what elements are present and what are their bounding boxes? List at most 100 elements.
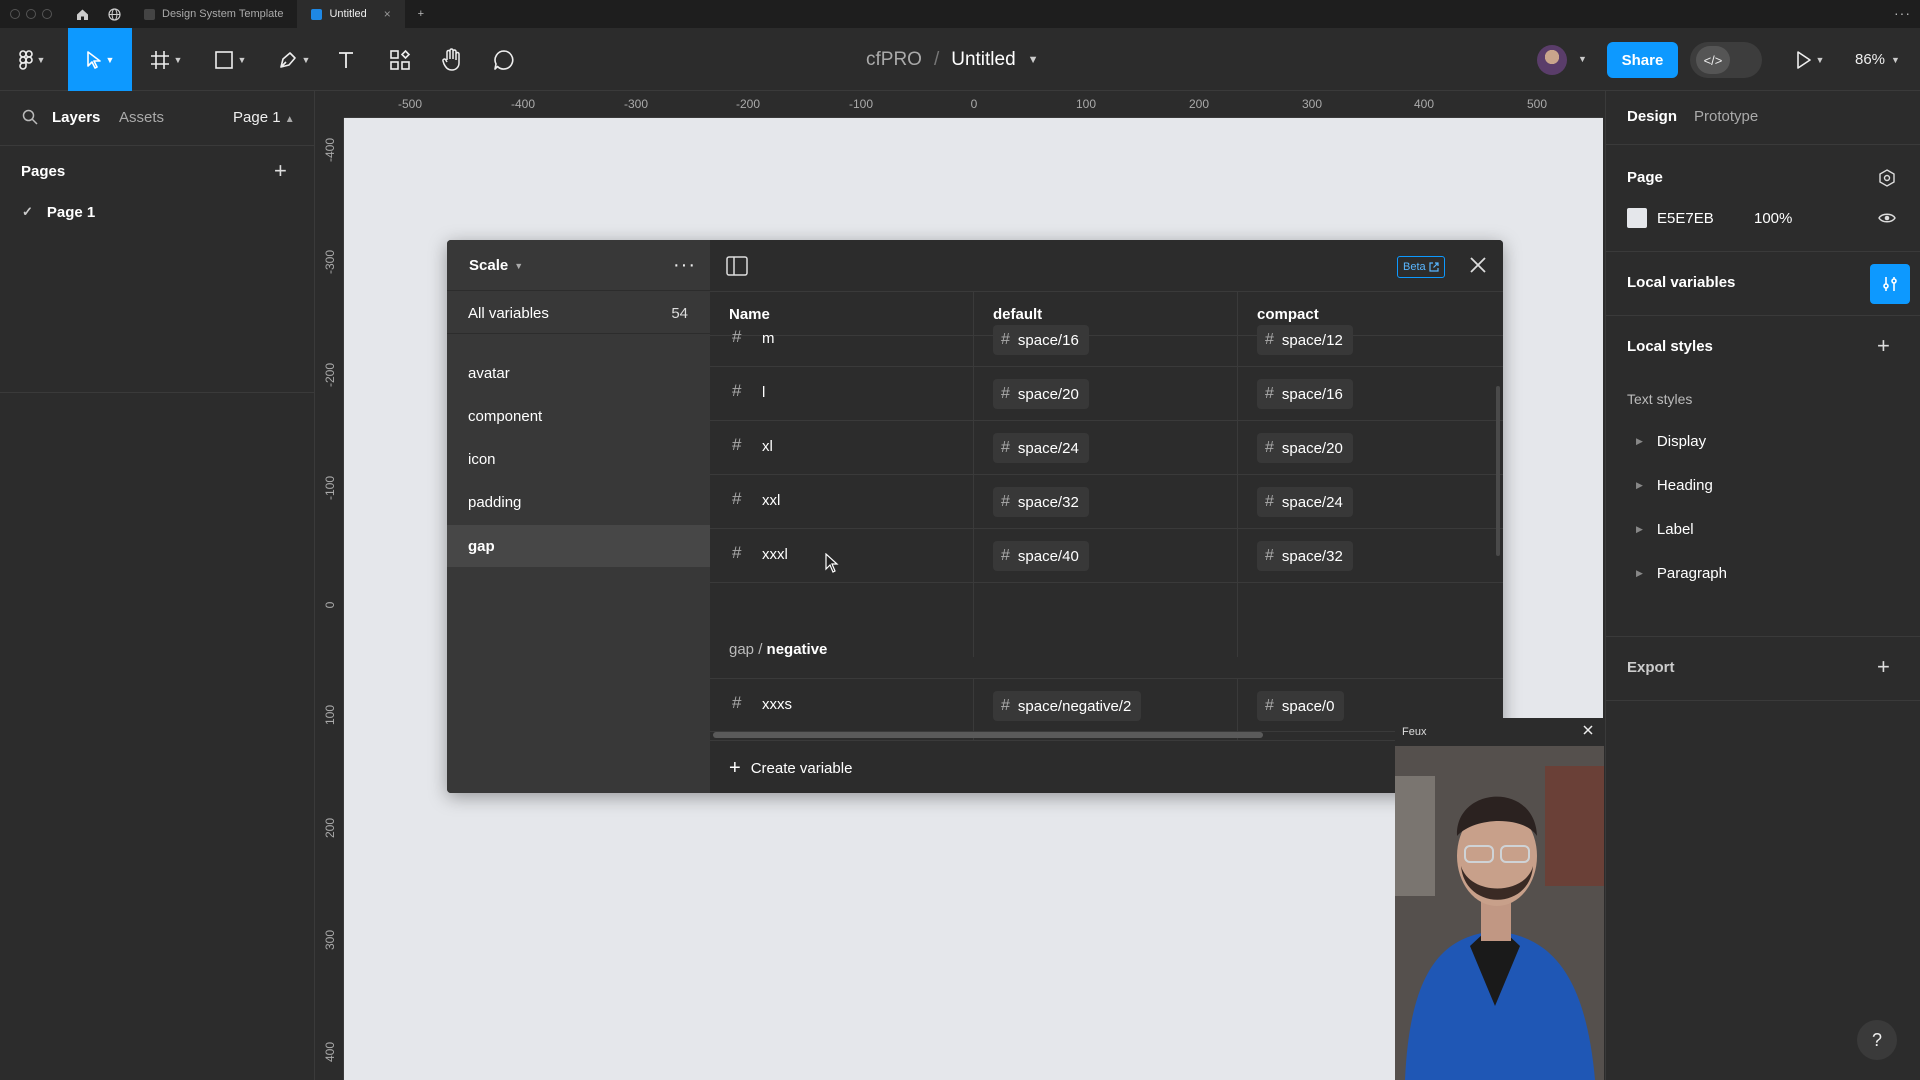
- number-icon: #: [1001, 697, 1010, 714]
- tab-untitled[interactable]: Untitled ×: [297, 0, 405, 28]
- table-row[interactable]: # m # space/16 # space/12: [710, 323, 1503, 367]
- close-tab-icon[interactable]: ×: [384, 7, 391, 21]
- globe-icon[interactable]: [98, 0, 130, 28]
- value-alias-default[interactable]: # space/24: [993, 433, 1089, 463]
- home-icon[interactable]: [66, 0, 98, 28]
- value-alias-compact[interactable]: # space/32: [1257, 541, 1353, 571]
- number-icon: #: [1001, 331, 1010, 348]
- group-avatar[interactable]: avatar: [447, 352, 710, 394]
- page-color-hex[interactable]: E5E7EB: [1657, 210, 1714, 227]
- table-row[interactable]: # xl # space/24 # space/20: [710, 421, 1503, 475]
- webcam-header: Feux: [1395, 718, 1604, 746]
- main-menu-button[interactable]: ▼: [10, 28, 54, 91]
- more-options-icon[interactable]: ···: [673, 254, 696, 277]
- webcam-video: [1395, 746, 1604, 1080]
- beta-badge[interactable]: Beta: [1397, 256, 1445, 278]
- style-group-paragraph[interactable]: ▶ Paragraph: [1636, 565, 1727, 582]
- page-item[interactable]: ✓ Page 1: [22, 204, 95, 221]
- group-padding[interactable]: padding: [447, 481, 710, 523]
- zoom-menu[interactable]: 86% ▼: [1855, 28, 1900, 91]
- shape-tool[interactable]: ▼: [208, 28, 252, 91]
- value-alias-default[interactable]: # space/16: [993, 325, 1089, 355]
- help-button[interactable]: ?: [1857, 1020, 1897, 1060]
- chevron-down-icon: ▼: [1815, 54, 1825, 65]
- chevron-down-icon[interactable]: ▼: [1028, 54, 1039, 66]
- file-name[interactable]: Untitled: [951, 49, 1015, 71]
- table-row[interactable]: # l # space/20 # space/16: [710, 367, 1503, 421]
- variables-table: Beta Name default compact # m # space/16 …: [710, 240, 1503, 793]
- value-alias-default[interactable]: # space/40: [993, 541, 1089, 571]
- page-selector[interactable]: Page 1 ▲: [233, 109, 295, 126]
- frame-tool[interactable]: ▼: [144, 28, 188, 91]
- team-name[interactable]: cfPRO: [866, 49, 922, 71]
- tab-layers[interactable]: Layers: [52, 109, 100, 126]
- value-alias-default[interactable]: # space/20: [993, 379, 1089, 409]
- close-icon[interactable]: [1468, 255, 1488, 275]
- add-export-icon[interactable]: +: [1877, 654, 1890, 680]
- caret-right-icon: ▶: [1636, 436, 1643, 446]
- resources-tool[interactable]: [386, 28, 414, 91]
- more-icon[interactable]: ···: [1894, 5, 1911, 21]
- group-icon[interactable]: icon: [447, 438, 710, 480]
- value-alias-default[interactable]: # space/32: [993, 487, 1089, 517]
- present-button[interactable]: ▼: [1788, 28, 1832, 91]
- value-alias-compact[interactable]: # space/12: [1257, 325, 1353, 355]
- page-color-swatch[interactable]: [1627, 208, 1647, 228]
- comment-tool[interactable]: [490, 28, 518, 91]
- sidebar-toggle-icon[interactable]: [726, 256, 748, 276]
- style-group-label[interactable]: ▶ Label: [1636, 521, 1694, 538]
- number-icon: #: [1001, 493, 1010, 510]
- value-alias-default[interactable]: # space/negative/2: [993, 691, 1142, 721]
- value-alias-compact[interactable]: # space/0: [1257, 691, 1345, 721]
- horizontal-scrollbar[interactable]: [713, 732, 1263, 738]
- table-row[interactable]: # xxxs # space/negative/2 # space/0: [710, 678, 1503, 732]
- all-variables-item[interactable]: All variables 54: [447, 290, 710, 334]
- open-variables-button[interactable]: [1870, 264, 1910, 304]
- tab-design-system-template[interactable]: Design System Template: [130, 0, 297, 28]
- add-style-icon[interactable]: +: [1877, 333, 1890, 359]
- new-tab-button[interactable]: +: [405, 0, 437, 28]
- number-icon: #: [1001, 547, 1010, 564]
- ruler-label: 400: [323, 1041, 337, 1062]
- style-group-heading[interactable]: ▶ Heading: [1636, 477, 1713, 494]
- value-alias-compact[interactable]: # space/24: [1257, 487, 1353, 517]
- file-title[interactable]: cfPRO / Untitled ▼: [866, 28, 1039, 91]
- column-compact-header[interactable]: compact: [1257, 306, 1319, 323]
- tab-design[interactable]: Design: [1627, 108, 1677, 125]
- group-gap[interactable]: gap: [447, 525, 710, 567]
- ruler-label: -500: [397, 97, 423, 111]
- tab-prototype[interactable]: Prototype: [1694, 108, 1758, 125]
- create-variable-button[interactable]: + Create variable: [710, 740, 1503, 793]
- avatar[interactable]: [1537, 45, 1567, 75]
- value-alias-compact[interactable]: # space/20: [1257, 433, 1353, 463]
- chevron-down-icon[interactable]: ▼: [1578, 54, 1587, 64]
- mouse-cursor-icon: [825, 553, 839, 573]
- tab-assets[interactable]: Assets: [119, 109, 164, 126]
- text-tool[interactable]: [334, 28, 358, 91]
- pen-tool[interactable]: ▼: [272, 28, 316, 91]
- vertical-scrollbar[interactable]: [1496, 386, 1500, 556]
- column-default-header[interactable]: default: [993, 306, 1042, 323]
- eye-icon[interactable]: [1878, 212, 1896, 224]
- close-icon[interactable]: [1581, 723, 1595, 737]
- ruler-label: -200: [735, 97, 761, 111]
- variables-count: 54: [671, 305, 688, 322]
- share-button[interactable]: Share: [1607, 42, 1678, 78]
- chevron-down-icon: ▼: [301, 54, 311, 65]
- style-group-display[interactable]: ▶ Display: [1636, 433, 1706, 450]
- table-row[interactable]: # xxxl # space/40 # space/32: [710, 529, 1503, 583]
- chevron-down-icon: ▼: [173, 54, 183, 65]
- dev-mode-toggle[interactable]: </>: [1690, 42, 1762, 78]
- table-row[interactable]: # xxl # space/32 # space/24: [710, 475, 1503, 529]
- group-component[interactable]: component: [447, 395, 710, 437]
- page-opacity[interactable]: 100%: [1754, 210, 1792, 227]
- hand-tool[interactable]: [438, 28, 466, 91]
- search-icon[interactable]: [22, 109, 38, 125]
- move-tool[interactable]: ▼: [68, 28, 132, 91]
- styles-icon[interactable]: [1878, 169, 1896, 187]
- add-page-icon[interactable]: +: [274, 158, 287, 184]
- collection-selector[interactable]: Scale ▼: [469, 257, 523, 274]
- window-controls[interactable]: [10, 9, 52, 19]
- chevron-down-icon: ▼: [105, 54, 115, 65]
- value-alias-compact[interactable]: # space/16: [1257, 379, 1353, 409]
